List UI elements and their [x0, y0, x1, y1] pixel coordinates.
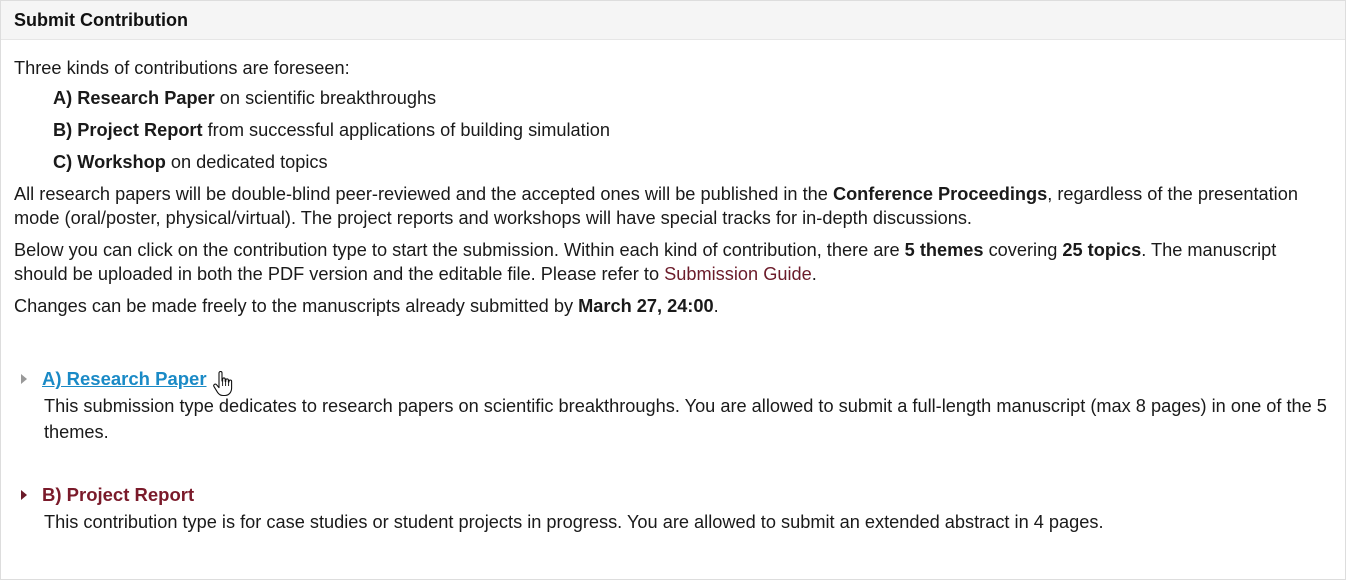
kind-description: from successful applications of building… [202, 120, 610, 140]
kind-description: on scientific breakthroughs [214, 88, 437, 108]
submission-text-c: covering [983, 240, 1063, 260]
kind-item-research-paper: A) Research Paper on scientific breakthr… [53, 86, 1332, 110]
section-title-row: B) Project Report [14, 483, 1332, 507]
proceedings-bold: Conference Proceedings [832, 184, 1048, 204]
research-paper-description: This submission type dedicates to resear… [44, 396, 1327, 442]
deadline-date: March 27, 24:00 [578, 296, 714, 316]
intro-text: Three kinds of contributions are foresee… [14, 58, 350, 78]
research-paper-link[interactable]: A) Research Paper [42, 367, 207, 391]
kind-item-workshop: C) Workshop on dedicated topics [53, 150, 1332, 174]
contribution-kinds-list: A) Research Paper on scientific breakthr… [53, 86, 1332, 174]
section-research-paper: A) Research Paper This submission type d… [14, 367, 1332, 445]
panel-body: Three kinds of contributions are foresee… [1, 40, 1345, 535]
deadline-paragraph: Changes can be made freely to the manusc… [14, 294, 1332, 318]
submission-paragraph: Below you can click on the contribution … [14, 238, 1332, 286]
themes-count-bold: 5 themes [904, 240, 984, 260]
submission-text-e: . [811, 264, 817, 284]
section-project-report: B) Project Report This contribution type… [14, 483, 1332, 535]
submission-guide-link[interactable]: Submission Guide [664, 264, 812, 284]
topics-count-bold: 25 topics [1062, 240, 1142, 260]
review-paragraph: All research papers will be double-blind… [14, 182, 1332, 230]
deadline-text-before: Changes can be made freely to the manusc… [14, 296, 579, 316]
caret-right-icon [21, 490, 27, 500]
submission-text-a: Below you can click on the contribution … [14, 240, 905, 260]
contribution-sections: A) Research Paper This submission type d… [14, 367, 1332, 535]
caret-right-icon [21, 374, 27, 384]
submit-contribution-panel: Submit Contribution Three kinds of contr… [0, 0, 1346, 580]
kind-code: A) Research Paper [53, 88, 215, 108]
hand-pointer-cursor-icon [213, 371, 233, 397]
panel-title: Submit Contribution [1, 1, 1345, 40]
review-text-before: All research papers will be double-blind… [14, 184, 833, 204]
project-report-description: This contribution type is for case studi… [44, 512, 1104, 532]
project-report-link[interactable]: B) Project Report [42, 483, 194, 507]
kind-item-project-report: B) Project Report from successful applic… [53, 118, 1332, 142]
kind-code: B) Project Report [53, 120, 203, 140]
kind-description: on dedicated topics [165, 152, 328, 172]
deadline-text-after: . [713, 296, 719, 316]
kind-code: C) Workshop [53, 152, 166, 172]
